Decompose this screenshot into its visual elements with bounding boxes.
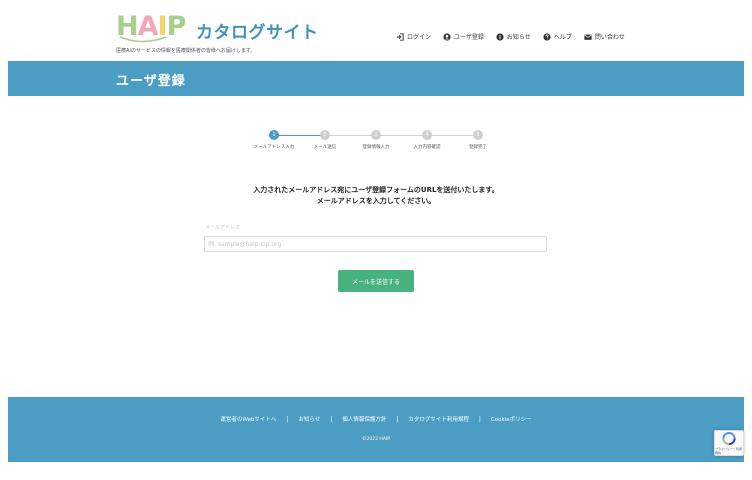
footer-separator: | bbox=[478, 415, 481, 423]
footer-separator: | bbox=[330, 415, 333, 423]
step-info-input: 3 登録情報入力 bbox=[350, 130, 402, 150]
logo-smile-arc bbox=[119, 36, 167, 43]
step-label: 登録完了 bbox=[469, 145, 487, 150]
step-number: 3 bbox=[371, 130, 381, 140]
nav-contact[interactable]: 問い合わせ bbox=[584, 32, 625, 41]
footer-link-terms[interactable]: カタログサイト利用規程 bbox=[408, 415, 469, 423]
step-complete: 5 登録完了 bbox=[452, 130, 504, 150]
step-label: メール送信 bbox=[313, 145, 337, 150]
step-confirm: 4 入力内容確認 bbox=[401, 130, 453, 150]
footer-separator: | bbox=[286, 415, 289, 423]
intro-line-2: メールアドレスを入力してください。 bbox=[316, 197, 436, 205]
user-icon bbox=[443, 32, 451, 41]
site-header: H A I P カタログサイト 医療AIのサービスの情報を医療関係者の皆様へお届… bbox=[0, 0, 752, 61]
recaptcha-badge[interactable]: プライバシー・利用規約 bbox=[714, 430, 744, 456]
nav-news[interactable]: お知らせ bbox=[496, 32, 531, 41]
send-mail-button[interactable]: メールを送信する bbox=[338, 270, 414, 292]
page-banner: ユーザ登録 bbox=[8, 61, 744, 96]
header-nav: ログイン ユーザ登録 お知らせ ヘルプ 問い合わせ bbox=[396, 32, 625, 41]
recaptcha-label: プライバシー・利用規約 bbox=[715, 447, 742, 455]
footer-link-news[interactable]: お知らせ bbox=[298, 415, 320, 423]
site-footer: 運営者のWebサイトへ | お知らせ | 個人情報保護方針 | カタログサイト利… bbox=[8, 397, 744, 462]
step-label: 登録情報入力 bbox=[362, 145, 390, 150]
recaptcha-icon bbox=[722, 431, 736, 446]
nav-login[interactable]: ログイン bbox=[396, 32, 431, 41]
footer-links: 運営者のWebサイトへ | お知らせ | 個人情報保護方針 | カタログサイト利… bbox=[8, 415, 744, 424]
site-name[interactable]: カタログサイト bbox=[196, 18, 319, 43]
footer-link-cookie[interactable]: Cookieポリシー bbox=[491, 415, 532, 423]
nav-user-register-label: ユーザ登録 bbox=[454, 34, 484, 41]
step-label: 入力内容確認 bbox=[413, 145, 441, 150]
step-email-input: 1 メールアドレス入力 bbox=[248, 130, 300, 150]
nav-user-register[interactable]: ユーザ登録 bbox=[443, 32, 484, 41]
site-tagline: 医療AIのサービスの情報を医療関係者の皆様へお届けします。 bbox=[116, 48, 256, 54]
copyright: ©2022 HAIP bbox=[362, 437, 390, 442]
step-mail-sent: 2 メール送信 bbox=[299, 130, 351, 150]
intro-message: 入力されたメールアドレス宛にユーザ登録フォームのURLを送付いたします。 メール… bbox=[176, 185, 576, 207]
nav-help-label: ヘルプ bbox=[553, 34, 572, 41]
info-icon bbox=[496, 32, 504, 41]
email-field[interactable] bbox=[204, 236, 547, 252]
login-icon bbox=[396, 32, 404, 41]
mail-icon bbox=[584, 34, 592, 40]
email-label: メールアドレス bbox=[205, 225, 241, 231]
step-number: 2 bbox=[320, 130, 330, 140]
help-icon bbox=[543, 32, 551, 41]
footer-link-privacy[interactable]: 個人情報保護方針 bbox=[342, 415, 386, 423]
nav-contact-label: 問い合わせ bbox=[594, 34, 625, 41]
nav-help[interactable]: ヘルプ bbox=[543, 32, 572, 41]
logo-letter-p: P bbox=[166, 11, 187, 42]
step-number: 5 bbox=[473, 130, 483, 140]
footer-separator: | bbox=[396, 415, 399, 423]
registration-stepper: 1 メールアドレス入力 2 メール送信 3 登録情報入力 4 入力内容確認 5 … bbox=[248, 130, 504, 154]
step-number: 1 bbox=[269, 130, 279, 140]
step-label: メールアドレス入力 bbox=[253, 145, 295, 150]
page-title: ユーザ登録 bbox=[116, 74, 186, 89]
nav-news-label: お知らせ bbox=[506, 34, 531, 41]
step-number: 4 bbox=[422, 130, 432, 140]
footer-link-operator[interactable]: 運営者のWebサイトへ bbox=[220, 415, 276, 423]
nav-login-label: ログイン bbox=[407, 34, 432, 41]
intro-line-1: 入力されたメールアドレス宛にユーザ登録フォームのURLを送付いたします。 bbox=[253, 186, 499, 194]
